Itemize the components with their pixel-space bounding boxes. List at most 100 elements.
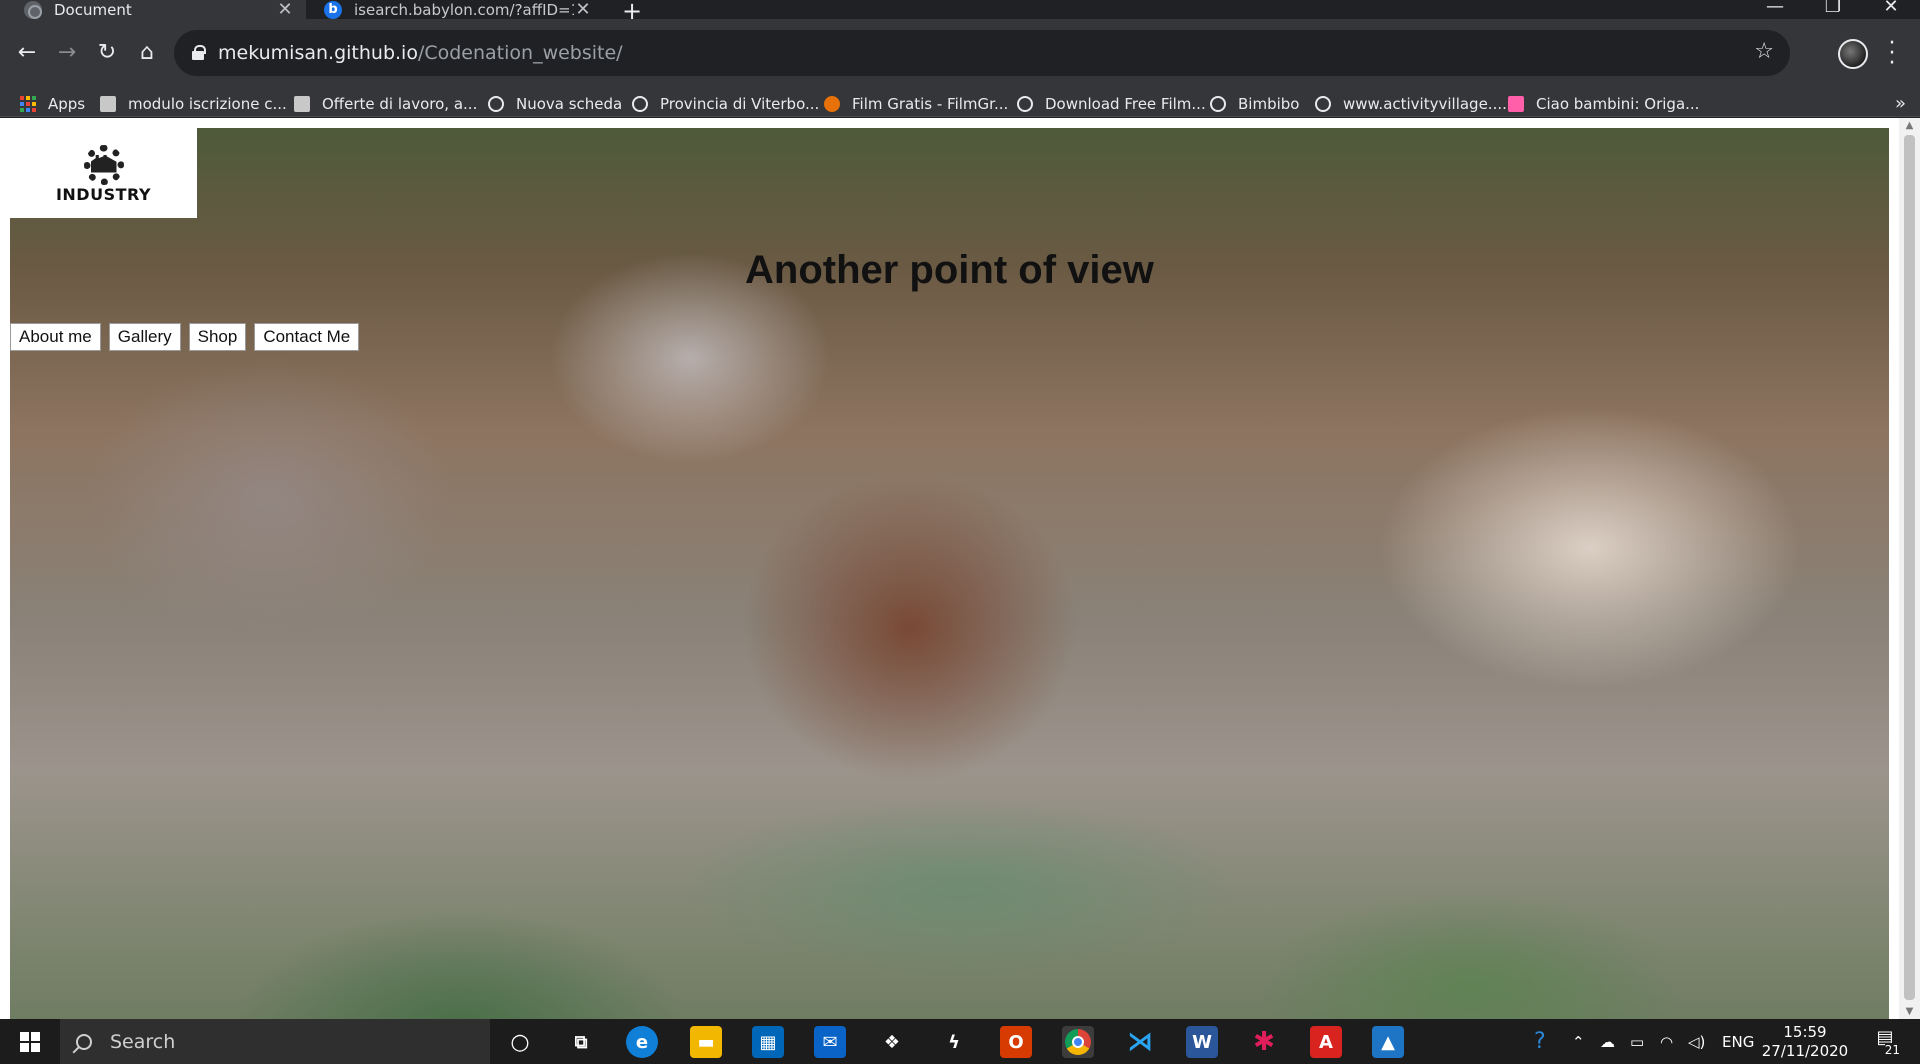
bookmark-label: Download Free Film...	[1045, 95, 1206, 113]
file-explorer-icon[interactable]: ▬	[690, 1026, 722, 1058]
url-path: /Codenation_website/	[417, 42, 623, 64]
document-icon	[294, 96, 310, 112]
taskbar-search-box[interactable]: Search	[60, 1019, 490, 1064]
globe-icon	[1315, 96, 1331, 112]
globe-icon	[1210, 96, 1226, 112]
bookmark-item[interactable]: modulo iscrizione c...	[100, 91, 287, 117]
language-indicator[interactable]: ENG	[1722, 1019, 1754, 1064]
volume-icon[interactable]: ◁)	[1688, 1019, 1705, 1064]
bookmark-item[interactable]: Bimbibo	[1210, 91, 1299, 117]
nav-gallery-button[interactable]: Gallery	[108, 323, 181, 351]
slack-icon[interactable]: ✱	[1248, 1026, 1280, 1058]
page-viewport: INDUSTRY Another point of view About me …	[0, 118, 1920, 1019]
edge-icon[interactable]: e	[626, 1026, 658, 1058]
sway-icon[interactable]: ϟ	[938, 1026, 970, 1058]
more-menu-icon[interactable]: · · ·	[1882, 33, 1902, 75]
maximize-button[interactable]: ❐	[1810, 0, 1856, 17]
browser-toolbar: ← → ↻ ⌂ mekumisan.github.io/Codenation_w…	[0, 19, 1920, 91]
profile-avatar[interactable]	[1838, 39, 1868, 69]
clock-date: 27/11/2020	[1761, 1042, 1849, 1060]
main-nav: About me Gallery Shop Contact Me	[10, 323, 360, 351]
site-logo[interactable]: INDUSTRY	[10, 128, 197, 218]
babylon-icon: b	[324, 0, 342, 19]
logo-text: INDUSTRY	[55, 184, 152, 204]
bookmark-label: Provincia di Viterbo...	[660, 95, 820, 113]
taskbar-clock[interactable]: 15:59 27/11/2020	[1760, 1023, 1850, 1061]
bookmark-label: Film Gratis - FilmGr...	[852, 95, 1009, 113]
bookmark-item[interactable]: Film Gratis - FilmGr...	[824, 91, 1008, 117]
taskbar-search-placeholder: Search	[110, 1030, 176, 1053]
photos-icon[interactable]: ▲	[1372, 1026, 1404, 1058]
scroll-up-arrow-icon[interactable]: ▲	[1899, 120, 1920, 131]
lock-icon	[192, 45, 206, 60]
bookmark-label: Bimbibo	[1238, 95, 1300, 113]
forward-button[interactable]: →	[51, 37, 83, 69]
task-view-icon[interactable]: ⧉	[565, 1026, 597, 1058]
minimize-button[interactable]: —	[1752, 0, 1798, 17]
onedrive-cloud-icon[interactable]: ☁	[1600, 1019, 1615, 1064]
page-scrollbar[interactable]: ▲ ▼	[1899, 118, 1920, 1019]
bookmarks-overflow-button[interactable]: »	[1895, 91, 1906, 117]
bookmark-star-icon[interactable]: ☆	[1754, 39, 1774, 64]
gear-factory-icon	[75, 143, 133, 185]
scroll-down-arrow-icon[interactable]: ▼	[1899, 1006, 1920, 1017]
bookmark-item[interactable]: Download Free Film...	[1017, 91, 1206, 117]
vscode-icon[interactable]: ⋊	[1124, 1026, 1156, 1058]
windows-taskbar: Search ○ ⧉ e ▬ ▦ ✉ ❖ ϟ O ⋊ W ✱ A ▲ ? ⌃ ☁…	[0, 1019, 1920, 1064]
nav-about-me-button[interactable]: About me	[10, 323, 101, 351]
search-icon	[76, 1033, 92, 1050]
address-bar[interactable]: mekumisan.github.io/Codenation_website/ …	[174, 30, 1790, 76]
bookmark-item[interactable]: Nuova scheda	[488, 91, 622, 117]
wifi-icon[interactable]: ◠	[1660, 1019, 1673, 1064]
address-url[interactable]: mekumisan.github.io/Codenation_website/	[218, 42, 623, 64]
apps-grid-icon	[20, 96, 36, 112]
page-title: Another point of view	[745, 248, 1154, 292]
clock-time: 15:59	[1783, 1023, 1827, 1041]
dropbox-icon[interactable]: ❖	[876, 1026, 908, 1058]
show-hidden-icons-icon[interactable]: ⌃	[1572, 1019, 1585, 1064]
chrome-icon[interactable]	[1062, 1026, 1094, 1058]
document-icon	[100, 96, 116, 112]
scrollbar-thumb[interactable]	[1904, 135, 1915, 1000]
back-button[interactable]: ←	[11, 37, 43, 69]
film-icon	[824, 96, 840, 112]
cortana-icon[interactable]: ○	[504, 1026, 536, 1058]
home-button[interactable]: ⌂	[131, 37, 163, 69]
tab-title: Document	[54, 0, 132, 19]
bookmark-label: Apps	[48, 95, 86, 113]
url-host: mekumisan.github.io	[218, 42, 418, 64]
tab-title: isearch.babylon.com/?affID=116	[354, 0, 574, 19]
battery-icon[interactable]: ▭	[1630, 1019, 1644, 1064]
mail-icon[interactable]: ✉	[814, 1026, 846, 1058]
acrobat-icon[interactable]: A	[1310, 1026, 1342, 1058]
tab-strip: Document ✕ b isearch.babylon.com/?affID=…	[0, 0, 1920, 25]
reload-button[interactable]: ↻	[91, 37, 123, 69]
nav-shop-button[interactable]: Shop	[188, 323, 247, 351]
tab-isearch[interactable]: b isearch.babylon.com/?affID=116 ✕	[318, 0, 604, 20]
close-tab-icon[interactable]: ✕	[574, 0, 592, 20]
office-icon[interactable]: O	[1000, 1026, 1032, 1058]
bookmark-apps[interactable]: Apps	[20, 91, 85, 117]
word-icon[interactable]: W	[1186, 1026, 1218, 1058]
bookmark-item[interactable]: Ciao bambini: Origa...	[1508, 91, 1699, 117]
notification-center-icon[interactable]: ▤ 21	[1870, 1027, 1900, 1057]
start-button[interactable]	[0, 1019, 60, 1064]
nav-contact-me-button[interactable]: Contact Me	[254, 323, 360, 351]
notification-count: 21	[1884, 1043, 1900, 1057]
bookmarks-bar: Apps modulo iscrizione c... Offerte di l…	[0, 91, 1920, 117]
close-window-button[interactable]: ✕	[1868, 0, 1914, 17]
store-icon[interactable]: ▦	[752, 1026, 784, 1058]
close-tab-icon[interactable]: ✕	[276, 0, 294, 20]
bookmark-item[interactable]: www.activityvillage....	[1315, 91, 1507, 117]
bookmark-label: Nuova scheda	[516, 95, 623, 113]
bookmark-label: Ciao bambini: Origa...	[1536, 95, 1700, 113]
help-icon[interactable]: ?	[1534, 1019, 1546, 1064]
bookmark-item[interactable]: Offerte di lavoro, a...	[294, 91, 477, 117]
globe-icon	[488, 96, 504, 112]
globe-icon	[24, 0, 42, 19]
ciao-icon	[1508, 96, 1524, 112]
windows-logo-icon	[20, 1031, 40, 1052]
bookmark-label: Offerte di lavoro, a...	[322, 95, 478, 113]
tab-document[interactable]: Document ✕	[0, 0, 306, 20]
bookmark-item[interactable]: Provincia di Viterbo...	[632, 91, 819, 117]
